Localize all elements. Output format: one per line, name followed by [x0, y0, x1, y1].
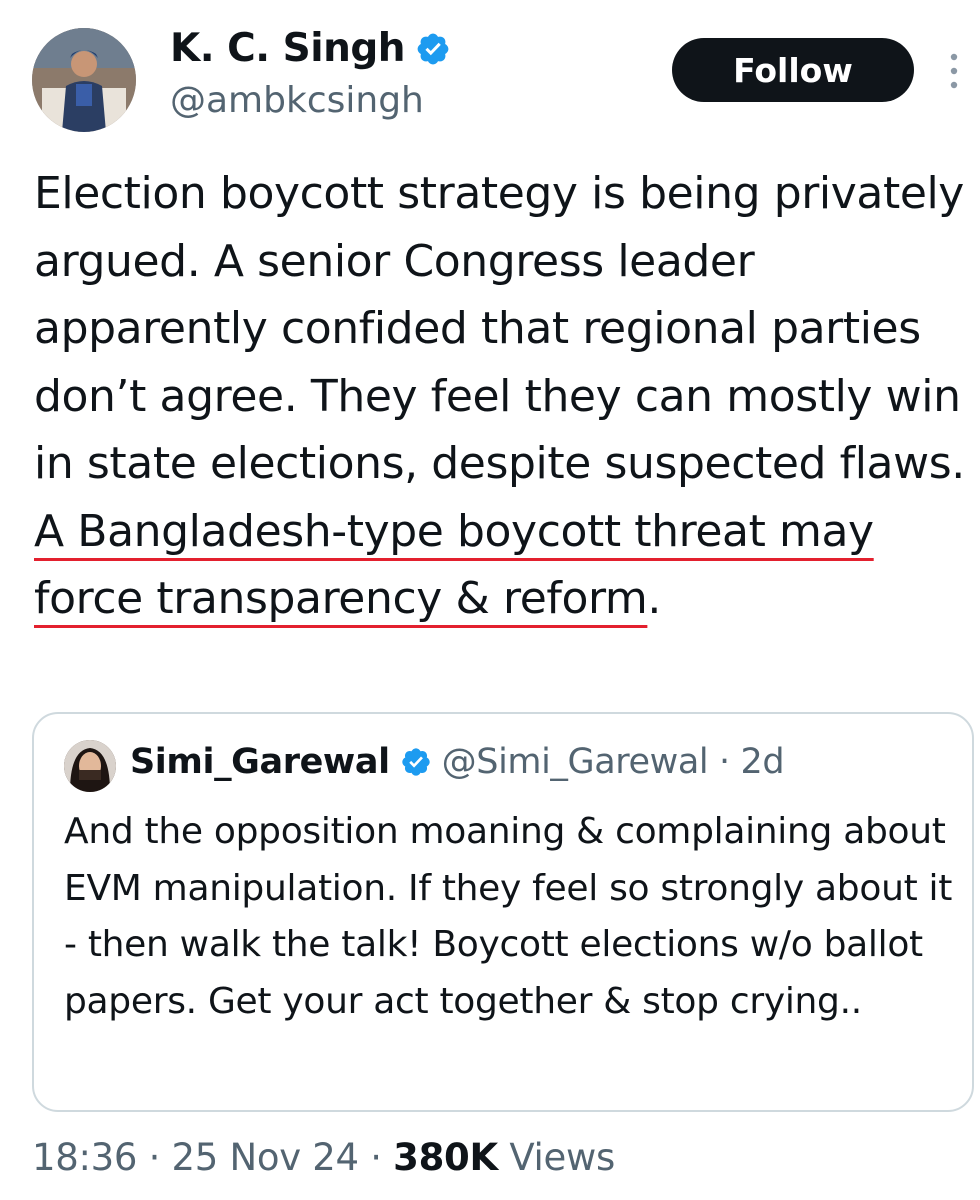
- tweet-time[interactable]: 18:36: [32, 1136, 137, 1179]
- tweet-text-body: Election boycott strategy is being priva…: [34, 168, 965, 489]
- verified-badge-icon: [417, 33, 449, 64]
- tweet-date[interactable]: 25 Nov 24: [172, 1136, 360, 1179]
- quoted-tweet-header: Simi_Garewal @Simi_Garewal · 2d: [130, 742, 785, 782]
- quoted-tweet-card[interactable]: Simi_Garewal @Simi_Garewal · 2d And the …: [32, 712, 974, 1112]
- quoted-tweet-text: And the opposition moaning & complaining…: [64, 811, 953, 1022]
- author-name-text[interactable]: K. C. Singh: [170, 26, 406, 71]
- author-avatar[interactable]: [32, 28, 136, 132]
- views-count[interactable]: 380K: [393, 1136, 498, 1179]
- quoted-tweet-age[interactable]: 2d: [740, 742, 784, 782]
- separator-dot: ·: [719, 742, 730, 782]
- separator-dot: ·: [370, 1136, 382, 1179]
- author-handle[interactable]: @ambkcsingh: [170, 80, 424, 121]
- separator-dot: ·: [148, 1136, 161, 1179]
- follow-button[interactable]: Follow: [672, 38, 914, 102]
- quoted-author-avatar[interactable]: [64, 740, 116, 792]
- more-vertical-icon[interactable]: [942, 48, 966, 94]
- quoted-author-name[interactable]: Simi_Garewal: [130, 742, 390, 782]
- tweet-text-underlined: A Bangladesh-type boycott threat may for…: [34, 505, 874, 625]
- tweet-text: Election boycott strategy is being priva…: [34, 160, 969, 633]
- tweet-text-end: .: [647, 573, 661, 624]
- tweet-footer: 18:36 · 25 Nov 24 · 380K Views: [32, 1136, 615, 1179]
- quoted-meta-separator: ·: [708, 742, 740, 782]
- author-display-name[interactable]: K. C. Singh: [170, 26, 451, 71]
- views-label: Views: [509, 1136, 615, 1179]
- quoted-author-handle[interactable]: @Simi_Garewal: [442, 742, 709, 782]
- verified-badge-icon: [402, 748, 430, 776]
